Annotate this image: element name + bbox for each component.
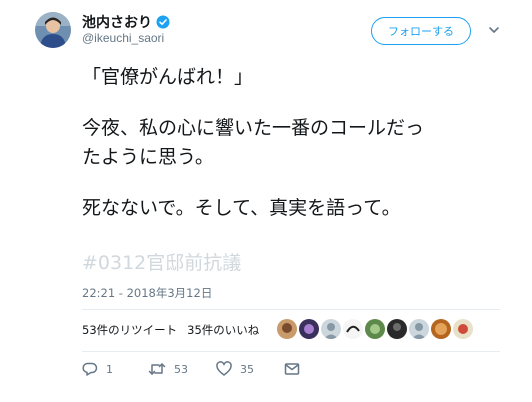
tweet-line: 今夜、私の心に響いた一番のコールだっ (82, 117, 425, 139)
liker-avatar[interactable] (409, 319, 429, 339)
reply-button[interactable]: 1 (82, 361, 113, 377)
liker-avatar[interactable] (453, 319, 473, 339)
tweet-line: たように思う。 (82, 146, 214, 168)
divider (82, 309, 500, 310)
tweet-text: 「官僚がんばれ！」 今夜、私の心に響いた一番のコールだっ たように思う。 死なな… (82, 63, 522, 223)
user-handle[interactable]: @ikeuchi_saori (82, 31, 164, 45)
liker-avatars (277, 319, 473, 339)
retweet-count-link[interactable]: 53件のリツイート (82, 322, 177, 338)
liker-avatar[interactable] (299, 319, 319, 339)
reply-count: 1 (106, 362, 113, 376)
heart-icon (216, 361, 232, 376)
display-name[interactable]: 池内さおり (82, 12, 152, 32)
tweet-stats: 53件のリツイート 35件のいいね (82, 322, 259, 338)
envelope-icon (284, 363, 300, 375)
liker-avatar[interactable] (343, 319, 363, 339)
retweet-button[interactable]: 53 (148, 361, 188, 377)
hashtag-link[interactable]: #0312官邸前抗議 (82, 248, 241, 275)
liker-avatar[interactable] (321, 319, 341, 339)
liker-avatar[interactable] (277, 319, 297, 339)
like-action-count: 35 (240, 362, 254, 376)
like-button[interactable]: 35 (216, 361, 254, 377)
divider (82, 351, 500, 352)
verified-badge-icon (156, 15, 170, 29)
reply-icon (82, 362, 98, 376)
tweet-line: 「官僚がんばれ！」 (82, 66, 254, 88)
liker-avatar[interactable] (387, 319, 407, 339)
tweet-card: 池内さおり @ikeuchi_saori フォローする 「官僚がんばれ！」 今夜… (0, 0, 532, 402)
follow-button[interactable]: フォローする (371, 17, 471, 45)
direct-message-button[interactable] (284, 361, 300, 377)
retweet-icon (148, 363, 166, 375)
tweet-actions: 1 53 35 (82, 361, 322, 381)
liker-avatar[interactable] (431, 319, 451, 339)
like-count-link[interactable]: 35件のいいね (187, 322, 259, 338)
liker-avatar[interactable] (365, 319, 385, 339)
user-name-row[interactable]: 池内さおり (82, 12, 170, 32)
chevron-down-icon[interactable] (487, 23, 501, 37)
tweet-line: 死なないで。そして、真実を語って。 (82, 197, 401, 219)
retweet-action-count: 53 (174, 362, 188, 376)
avatar[interactable] (35, 12, 71, 48)
tweet-timestamp[interactable]: 22:21 - 2018年3月12日 (82, 285, 212, 301)
